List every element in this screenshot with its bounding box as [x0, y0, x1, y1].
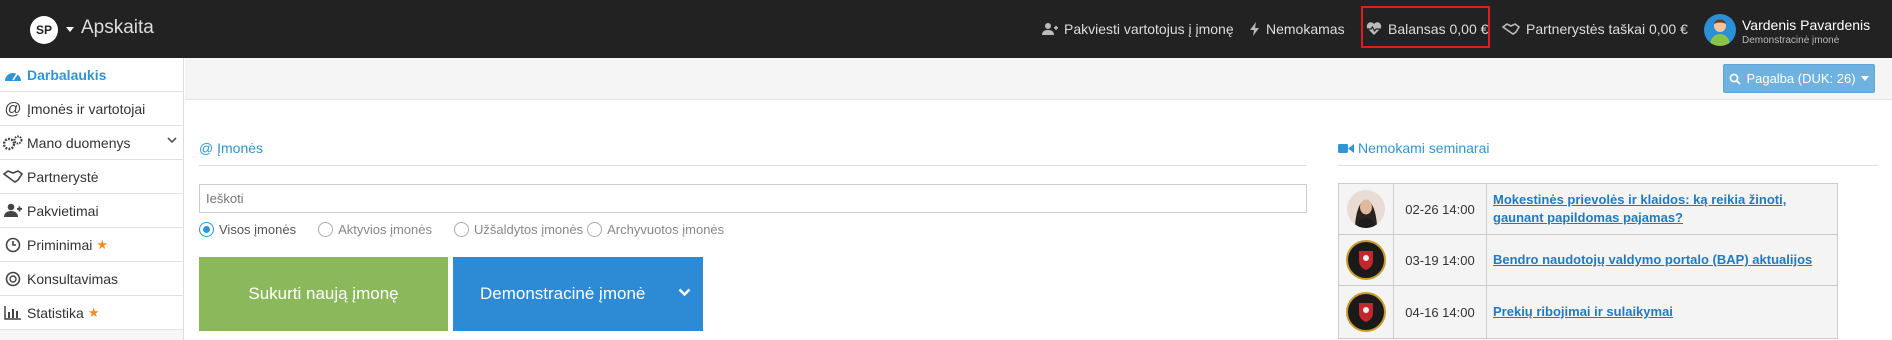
companies-title: @ Įmonės — [199, 140, 264, 156]
bolt-icon — [1250, 22, 1259, 36]
create-company-button[interactable]: Sukurti naują įmonę — [199, 257, 448, 331]
sidebar-item-label: Mano duomenys — [27, 134, 131, 151]
speaker-photo — [1347, 190, 1385, 228]
seminars-table: 02-26 14:00 Mokestinės prievolės ir klai… — [1338, 183, 1838, 339]
caret-down-icon — [1860, 76, 1869, 81]
plan-label: Nemokamas — [1266, 21, 1345, 37]
filter-archived-radio[interactable]: Archyvuotos įmonės — [587, 221, 725, 237]
handshake-icon — [1502, 23, 1520, 35]
seminar-row: 02-26 14:00 Mokestinės prievolės ir klai… — [1339, 184, 1837, 235]
sidebar-item-label: Statistika — [27, 304, 84, 321]
logo[interactable]: SP — [30, 16, 58, 44]
clock-icon — [2, 235, 24, 255]
filter-active-radio[interactable]: Aktyvios įmonės — [318, 221, 432, 237]
seminar-date: 04-16 14:00 — [1394, 286, 1487, 338]
filter-frozen-radio[interactable]: Užšaldytos įmonės — [454, 221, 584, 237]
sidebar-item-label: Įmonės ir vartotojai — [27, 100, 146, 117]
seminar-row: 03-19 14:00 Bendro naudotojų valdymo por… — [1339, 235, 1837, 286]
sidebar-item-partnership[interactable]: Partnerystė — [0, 160, 183, 194]
sidebar-item-label: Konsultavimas — [27, 270, 119, 287]
seminar-thumbnail — [1339, 235, 1394, 285]
user-name[interactable]: Vardenis Pavardenis — [1742, 17, 1870, 33]
sidebar-item-label: Darbalaukis — [27, 66, 107, 83]
seminars-title-wrap: Nemokami seminarai — [1338, 140, 1489, 156]
seminar-link[interactable]: Mokestinės prievolės ir klaidos: ką reik… — [1487, 184, 1837, 234]
filter-archived-label: Archyvuotos įmonės — [607, 221, 725, 237]
user-company: Demonstracinė įmonė — [1742, 35, 1840, 46]
seminars-title: Nemokami seminarai — [1358, 140, 1490, 156]
invite-users-label: Pakviesti vartotojus į įmonę — [1064, 21, 1234, 37]
filter-all-radio[interactable]: Visos įmonės — [199, 221, 297, 237]
seminar-thumbnail — [1339, 184, 1394, 234]
at-icon: @ — [4, 98, 22, 118]
bar-chart-icon — [2, 303, 24, 323]
demo-company-label: Demonstracinė įmonė — [480, 284, 646, 303]
partner-points-link[interactable]: Partnerystės taškai 0,00 € — [1502, 20, 1688, 38]
sidebar-item-invitations[interactable]: Pakvietimai — [0, 194, 183, 228]
sidebar-item-reminders[interactable]: Priminimai ★ — [0, 228, 183, 262]
seminar-row: 04-16 14:00 Prekių ribojimai ir sulaikym… — [1339, 286, 1837, 338]
radio-dot[interactable] — [318, 221, 334, 237]
user-plus-icon — [2, 201, 24, 221]
seminar-link[interactable]: Bendro naudotojų valdymo portalo (BAP) a… — [1487, 235, 1837, 285]
radio-dot[interactable] — [587, 221, 603, 237]
emblem-icon — [1346, 292, 1386, 332]
handshake-icon — [2, 167, 24, 187]
star-icon: ★ — [96, 236, 108, 252]
sidebar-item-statistics[interactable]: Statistika ★ — [0, 296, 183, 330]
lifebuoy-icon — [2, 269, 24, 289]
help-button-label: Pagalba (DUK: 26) — [1746, 71, 1856, 86]
star-icon: ★ — [87, 304, 100, 320]
filter-active-label: Aktyvios įmonės — [338, 221, 432, 237]
sidebar-item-companies-users[interactable]: @ Įmonės ir vartotojai — [0, 92, 183, 126]
filter-frozen-label: Užšaldytos įmonės — [474, 221, 584, 237]
chevron-down-icon — [167, 137, 177, 144]
sidebar: Darbalaukis @ Įmonės ir vartotojai Mano … — [0, 58, 184, 340]
gears-icon — [2, 133, 24, 153]
sidebar-item-label: Priminimai — [27, 236, 93, 253]
seminar-date: 03-19 14:00 — [1394, 235, 1487, 285]
sidebar-item-label: Pakvietimai — [27, 202, 99, 219]
search-icon — [1730, 73, 1742, 85]
caret-down-icon[interactable] — [66, 27, 74, 32]
filter-all-label: Visos įmonės — [219, 221, 297, 237]
radio-dot[interactable] — [454, 221, 469, 237]
chevron-down-icon[interactable] — [678, 288, 691, 297]
seminar-date: 02-26 14:00 — [1394, 184, 1487, 234]
sidebar-item-dashboard[interactable]: Darbalaukis — [0, 58, 183, 92]
partner-points-label: Partnerystės taškai 0,00 € — [1526, 21, 1688, 37]
user-plus-icon — [1042, 23, 1058, 35]
top-navbar: SP Apskaita Pakviesti vartotojus į įmonę… — [0, 0, 1892, 58]
help-button[interactable]: Pagalba (DUK: 26) — [1723, 64, 1875, 93]
invite-users-link[interactable]: Pakviesti vartotojus į įmonę — [1042, 20, 1234, 38]
sidebar-item-consulting[interactable]: Konsultavimas — [0, 262, 183, 296]
seminars-divider — [1338, 165, 1878, 166]
heartbeat-icon — [1366, 22, 1382, 35]
sidebar-item-my-data[interactable]: Mano duomenys — [0, 126, 183, 160]
app-title: Apskaita — [81, 17, 154, 38]
sidebar-item-label: Partnerystė — [27, 168, 99, 185]
content-header-bar — [185, 58, 1892, 100]
dashboard-icon — [2, 65, 24, 85]
company-filter-group: Visos įmonės Aktyvios įmonės Užšaldytos … — [199, 219, 746, 239]
balance-link[interactable]: Balansas 0,00 € — [1366, 20, 1488, 38]
companies-divider — [199, 165, 1307, 166]
balance-label: Balansas 0,00 € — [1388, 21, 1489, 37]
radio-dot[interactable] — [199, 221, 214, 237]
plan-link[interactable]: Nemokamas — [1250, 20, 1345, 38]
seminar-link[interactable]: Prekių ribojimai ir sulaikymai — [1487, 286, 1837, 338]
seminar-thumbnail — [1339, 286, 1394, 338]
video-camera-icon — [1338, 143, 1354, 153]
user-avatar[interactable] — [1704, 14, 1736, 46]
company-search-input[interactable] — [199, 184, 1307, 213]
emblem-icon — [1346, 240, 1386, 280]
demo-company-button[interactable]: Demonstracinė įmonė — [453, 257, 703, 331]
